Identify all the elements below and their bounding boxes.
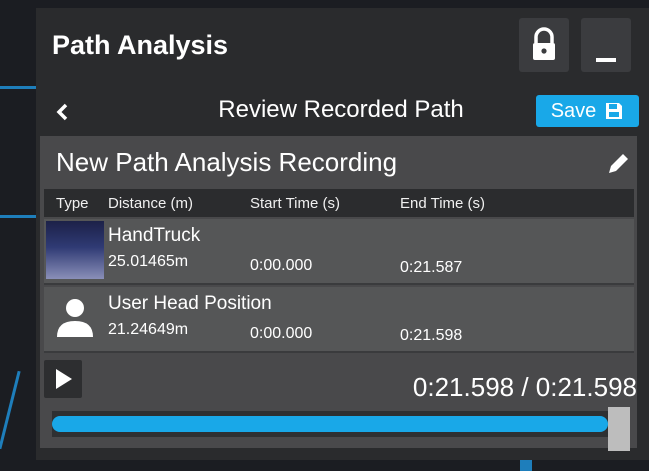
floppy-disk-icon <box>606 103 623 119</box>
lock-icon <box>533 27 555 60</box>
path-end-time: 0:21.598 <box>400 327 463 344</box>
path-distance: 21.24649m <box>108 321 189 338</box>
background-line <box>0 215 40 218</box>
playback-time: 0:21.598 / 0:21.598 <box>412 372 637 402</box>
background-line <box>0 86 40 89</box>
background-line <box>0 370 21 450</box>
save-label: Save <box>550 99 597 122</box>
path-name: User Head Position <box>108 293 272 314</box>
titlebar: Path Analysis <box>36 8 649 86</box>
path-analysis-panel: Path Analysis Review Recorded Path Save <box>36 8 649 460</box>
recording-name: New Path Analysis Recording <box>56 147 398 177</box>
playback-slider-handle[interactable] <box>608 407 630 451</box>
column-header-start-time: Start Time (s) <box>250 195 341 212</box>
column-header-end-time: End Time (s) <box>400 195 486 212</box>
window-title: Path Analysis <box>52 30 229 60</box>
page-title: Review Recorded Path <box>218 96 464 123</box>
minimize-button[interactable] <box>581 18 631 72</box>
recording-card: New Path Analysis Recording Type Distanc… <box>40 136 637 451</box>
handtruck-thumbnail <box>46 221 104 279</box>
path-start-time: 0:00.000 <box>250 325 313 342</box>
back-button[interactable] <box>48 92 78 132</box>
path-start-time: 0:00.000 <box>250 257 313 274</box>
subheader: Review Recorded Path Save <box>36 88 649 136</box>
column-header-distance: Distance (m) <box>108 195 194 212</box>
edit-name-button[interactable] <box>606 150 632 176</box>
background-line <box>520 460 532 471</box>
column-header-type: Type <box>56 195 89 212</box>
playback-progress-fill <box>52 416 608 432</box>
save-button[interactable]: Save <box>536 95 639 127</box>
lock-button[interactable] <box>519 18 569 72</box>
pencil-icon <box>609 154 628 173</box>
minimize-icon <box>596 58 616 62</box>
table-row[interactable]: User Head Position 21.24649m 0:00.000 0:… <box>44 287 634 353</box>
path-end-time: 0:21.587 <box>400 259 463 276</box>
user-icon <box>46 289 104 347</box>
table-row[interactable]: HandTruck 25.01465m 0:00.000 0:21.587 <box>44 219 634 285</box>
play-icon <box>56 369 72 389</box>
playback-slider[interactable] <box>52 407 630 451</box>
table-header: Type Distance (m) Start Time (s) End Tim… <box>44 189 634 217</box>
chevron-left-icon <box>56 103 68 121</box>
path-distance: 25.01465m <box>108 253 189 270</box>
play-button[interactable] <box>44 360 82 398</box>
path-name: HandTruck <box>108 225 201 246</box>
